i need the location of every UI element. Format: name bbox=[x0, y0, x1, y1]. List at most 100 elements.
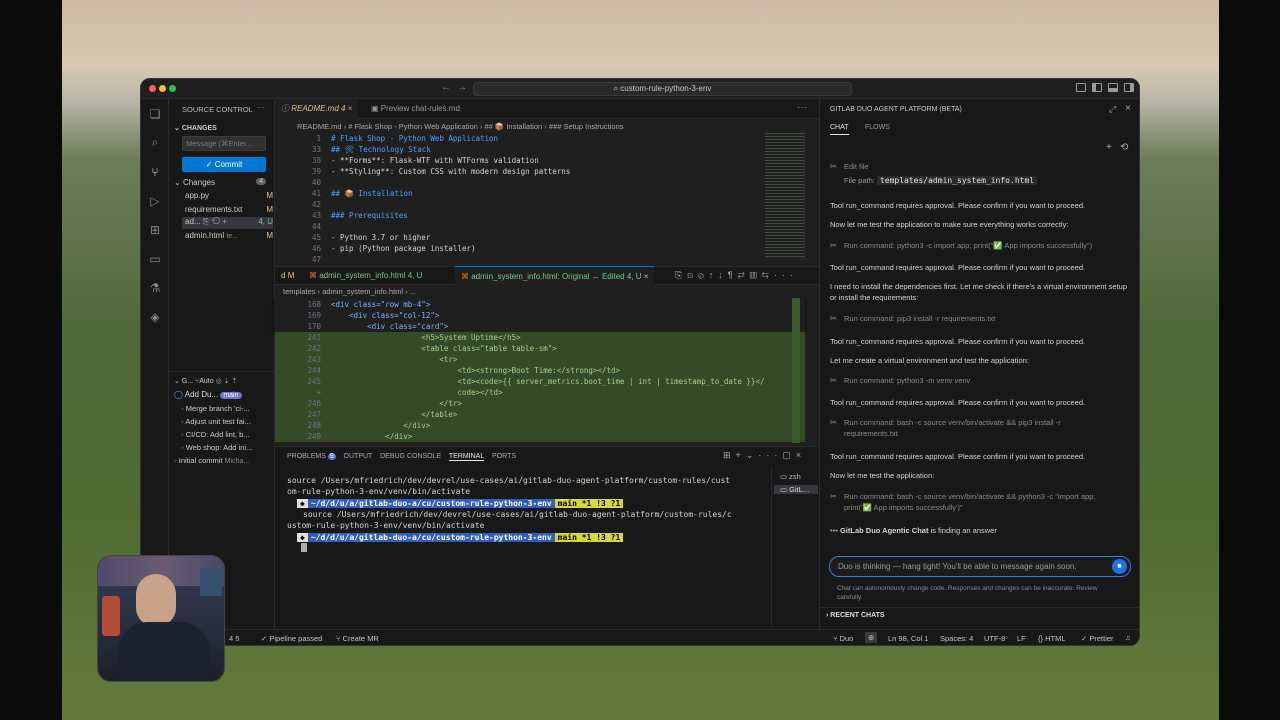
tab-debug-console[interactable]: DEBUG CONSOLE bbox=[380, 453, 441, 460]
problems-count[interactable]: 4 5 bbox=[229, 634, 239, 643]
history-icon[interactable]: ⟲ bbox=[1120, 142, 1128, 153]
extensions-icon[interactable]: ⊞ bbox=[148, 223, 162, 237]
command-center-search[interactable]: ⌕ custom-rule-python-3-env bbox=[473, 82, 852, 96]
diff-breadcrumb[interactable]: templates › admin_system_info.html › ... bbox=[283, 287, 416, 296]
file-actions-icons[interactable]: ⎘ ⟲ + bbox=[201, 217, 227, 226]
more-actions-icon[interactable]: ··· bbox=[257, 103, 265, 112]
changes-group[interactable]: ⌄ Changes 4 bbox=[174, 178, 272, 189]
encoding[interactable]: UTF-8 bbox=[984, 634, 1005, 643]
pipeline-status[interactable]: ✓ Pipeline passed bbox=[261, 634, 322, 643]
layout-left-icon[interactable] bbox=[1092, 83, 1102, 92]
source-control-icon[interactable]: ⑂ bbox=[148, 165, 162, 179]
commit-button[interactable]: ✓ Commit bbox=[182, 157, 266, 172]
line-number: 170 bbox=[307, 322, 321, 331]
minimize-window-button[interactable] bbox=[159, 85, 166, 92]
changes-section-header[interactable]: ⌄ CHANGES bbox=[174, 124, 217, 132]
testing-icon[interactable]: ⚗ bbox=[148, 281, 162, 295]
tool-icon: ✂ bbox=[830, 314, 837, 323]
file-item[interactable]: admin.html te... M bbox=[185, 231, 273, 243]
layout-sidebar-icon[interactable] bbox=[1076, 83, 1086, 92]
tab-ports[interactable]: PORTS bbox=[492, 453, 516, 460]
sticky-scroll[interactable]: 168 <div class="row mb-4"> 169 <div class=… bbox=[275, 298, 805, 332]
code-text: <div class="col-12"> bbox=[331, 311, 440, 320]
language-mode[interactable]: {} HTML bbox=[1038, 634, 1066, 643]
panel-actions-icons[interactable]: ⊞+⌄···▢× bbox=[723, 450, 806, 461]
file-path-code[interactable]: templates/admin_system_info.html bbox=[876, 176, 1038, 185]
tab-terminal[interactable]: TERMINAL bbox=[448, 453, 485, 461]
gitlab-icon[interactable]: ◈ bbox=[148, 310, 162, 324]
commit-item[interactable]: ◦ Merge branch 'ci-... bbox=[181, 404, 250, 413]
commit-item[interactable]: ◦ CI/CD: Add lint, b... bbox=[181, 430, 250, 439]
code-view-diff[interactable]: 241 <h5>System Uptime</h5> 242 <table cla… bbox=[275, 332, 805, 442]
explorer-icon[interactable]: ❏ bbox=[148, 107, 162, 121]
close-icon[interactable]: × bbox=[1125, 103, 1131, 114]
commit-item[interactable]: ◦ Web shop: Add ini... bbox=[181, 443, 252, 452]
stop-button[interactable]: ■ bbox=[1112, 559, 1127, 574]
code-line: 45 - Python 3.7 or higher bbox=[275, 232, 813, 243]
remote-explorer-icon[interactable]: ▭ bbox=[148, 252, 162, 266]
graph-section-header[interactable]: ⌄ G... ⑂Auto ◎ ⇣ ⇡ bbox=[174, 377, 237, 385]
terminal-item-gitlab[interactable]: ▭ GitL... bbox=[774, 485, 818, 494]
chat-input[interactable]: Duo is thinking — hang tight! You'll be … bbox=[829, 556, 1131, 577]
file-item[interactable]: requirements.txt M bbox=[185, 205, 273, 217]
create-mr-button[interactable]: ⑂ Create MR bbox=[336, 634, 379, 643]
maximize-icon[interactable]: ⤢ bbox=[1109, 104, 1116, 115]
commit-item[interactable]: ◦ Initial commit Micha... bbox=[174, 456, 249, 465]
layout-panel-icon[interactable] bbox=[1108, 83, 1118, 92]
code-line: 1 # Flask Shop - Python Web Application bbox=[275, 133, 813, 144]
cursor-position[interactable]: Ln 98, Col 1 bbox=[888, 634, 928, 643]
indentation[interactable]: Spaces: 4 bbox=[940, 634, 973, 643]
code-text: <div class="card"> bbox=[331, 322, 449, 331]
file-item-selected[interactable]: ad... ⎘ ⟲ + 4, U bbox=[182, 217, 273, 229]
zoom-icon[interactable]: ⊕ bbox=[865, 632, 878, 643]
breadcrumb[interactable]: README.md › # Flask Shop - Python Web Ap… bbox=[297, 122, 624, 131]
tab-output[interactable]: OUTPUT bbox=[344, 453, 373, 460]
line-number: 47 bbox=[311, 255, 321, 264]
line-number: 242 bbox=[307, 344, 321, 353]
tab-readme[interactable]: ⓘ README.md 4 × bbox=[275, 99, 359, 119]
minimap[interactable] bbox=[765, 133, 805, 259]
close-icon[interactable]: × bbox=[644, 272, 649, 281]
tab-diff-original-edited[interactable]: ⌘ admin_system_info.html: Original ↔ Edi… bbox=[455, 266, 655, 286]
prettier-status[interactable]: ✓ Prettier bbox=[1081, 634, 1114, 643]
close-icon[interactable]: × bbox=[348, 104, 353, 113]
more-actions-icon[interactable]: ··· bbox=[797, 102, 807, 113]
end-of-line[interactable]: LF bbox=[1017, 634, 1026, 643]
commit-item[interactable]: ◯ Add Du... main bbox=[174, 390, 274, 399]
git-branch-segment: main *1 !3 ?1 bbox=[554, 499, 624, 508]
terminal-item-zsh[interactable]: ▭ zsh bbox=[780, 472, 801, 481]
commit-message-input[interactable]: Message (⌘Enter... bbox=[182, 136, 266, 151]
new-chat-icon[interactable]: + bbox=[1106, 142, 1112, 153]
diff-toolbar-icons[interactable]: ⎘⊡⊘↑↓¶⇄▥⇆··· bbox=[675, 270, 798, 281]
tab-admin-system-info[interactable]: ⌘ admin_system_info.html 4, U bbox=[303, 266, 428, 286]
chat-message: Tool run_command requires approval. Plea… bbox=[830, 263, 1086, 272]
tab-preview[interactable]: ▣ Preview chat-rules.md bbox=[365, 99, 466, 119]
close-window-button[interactable] bbox=[149, 85, 156, 92]
run-debug-icon[interactable]: ▷ bbox=[148, 194, 162, 208]
file-item[interactable]: app.py M bbox=[185, 191, 273, 203]
loading-dots-icon: ••• bbox=[830, 526, 840, 535]
forward-arrow-icon[interactable]: → bbox=[457, 82, 467, 93]
tab-chat[interactable]: CHAT bbox=[830, 124, 849, 135]
recent-chats-header[interactable]: › RECENT CHATS bbox=[826, 612, 885, 619]
tab-flows[interactable]: FLOWS bbox=[865, 124, 890, 131]
tool-call-edit-file: ✂ Edit file bbox=[830, 162, 869, 171]
notifications-bell-icon[interactable]: ♫ bbox=[1125, 633, 1131, 642]
layout-right-icon[interactable] bbox=[1124, 83, 1134, 92]
chat-message: Now let me test the application to make … bbox=[830, 220, 1069, 229]
commit-item[interactable]: ◦ Adjust unit test fai... bbox=[181, 417, 251, 426]
code-line: 249 </div> bbox=[275, 431, 805, 442]
back-arrow-icon[interactable]: ← bbox=[441, 82, 451, 93]
code-line: 33 ## 🛠 Technology Stack bbox=[275, 144, 813, 155]
zoom-window-button[interactable] bbox=[169, 85, 176, 92]
duo-status[interactable]: ⑂ Duo bbox=[833, 634, 853, 643]
code-line: 247 </table> bbox=[275, 409, 805, 420]
code-text: </div> bbox=[331, 432, 413, 441]
graph-actions-icons[interactable]: ◎ ⇣ ⇡ bbox=[214, 378, 238, 385]
code-view-readme[interactable]: 1 # Flask Shop - Python Web Application 33… bbox=[275, 133, 819, 267]
search-icon[interactable]: ⌕ bbox=[148, 135, 162, 149]
tab-truncated[interactable]: d M bbox=[275, 266, 300, 286]
code-text: <table class="table table-sm"> bbox=[331, 344, 557, 353]
tab-problems[interactable]: PROBLEMS 9 bbox=[287, 453, 336, 460]
terminal-output[interactable]: source /Users/mfriedrich/dev/devrel/use-… bbox=[287, 475, 767, 552]
